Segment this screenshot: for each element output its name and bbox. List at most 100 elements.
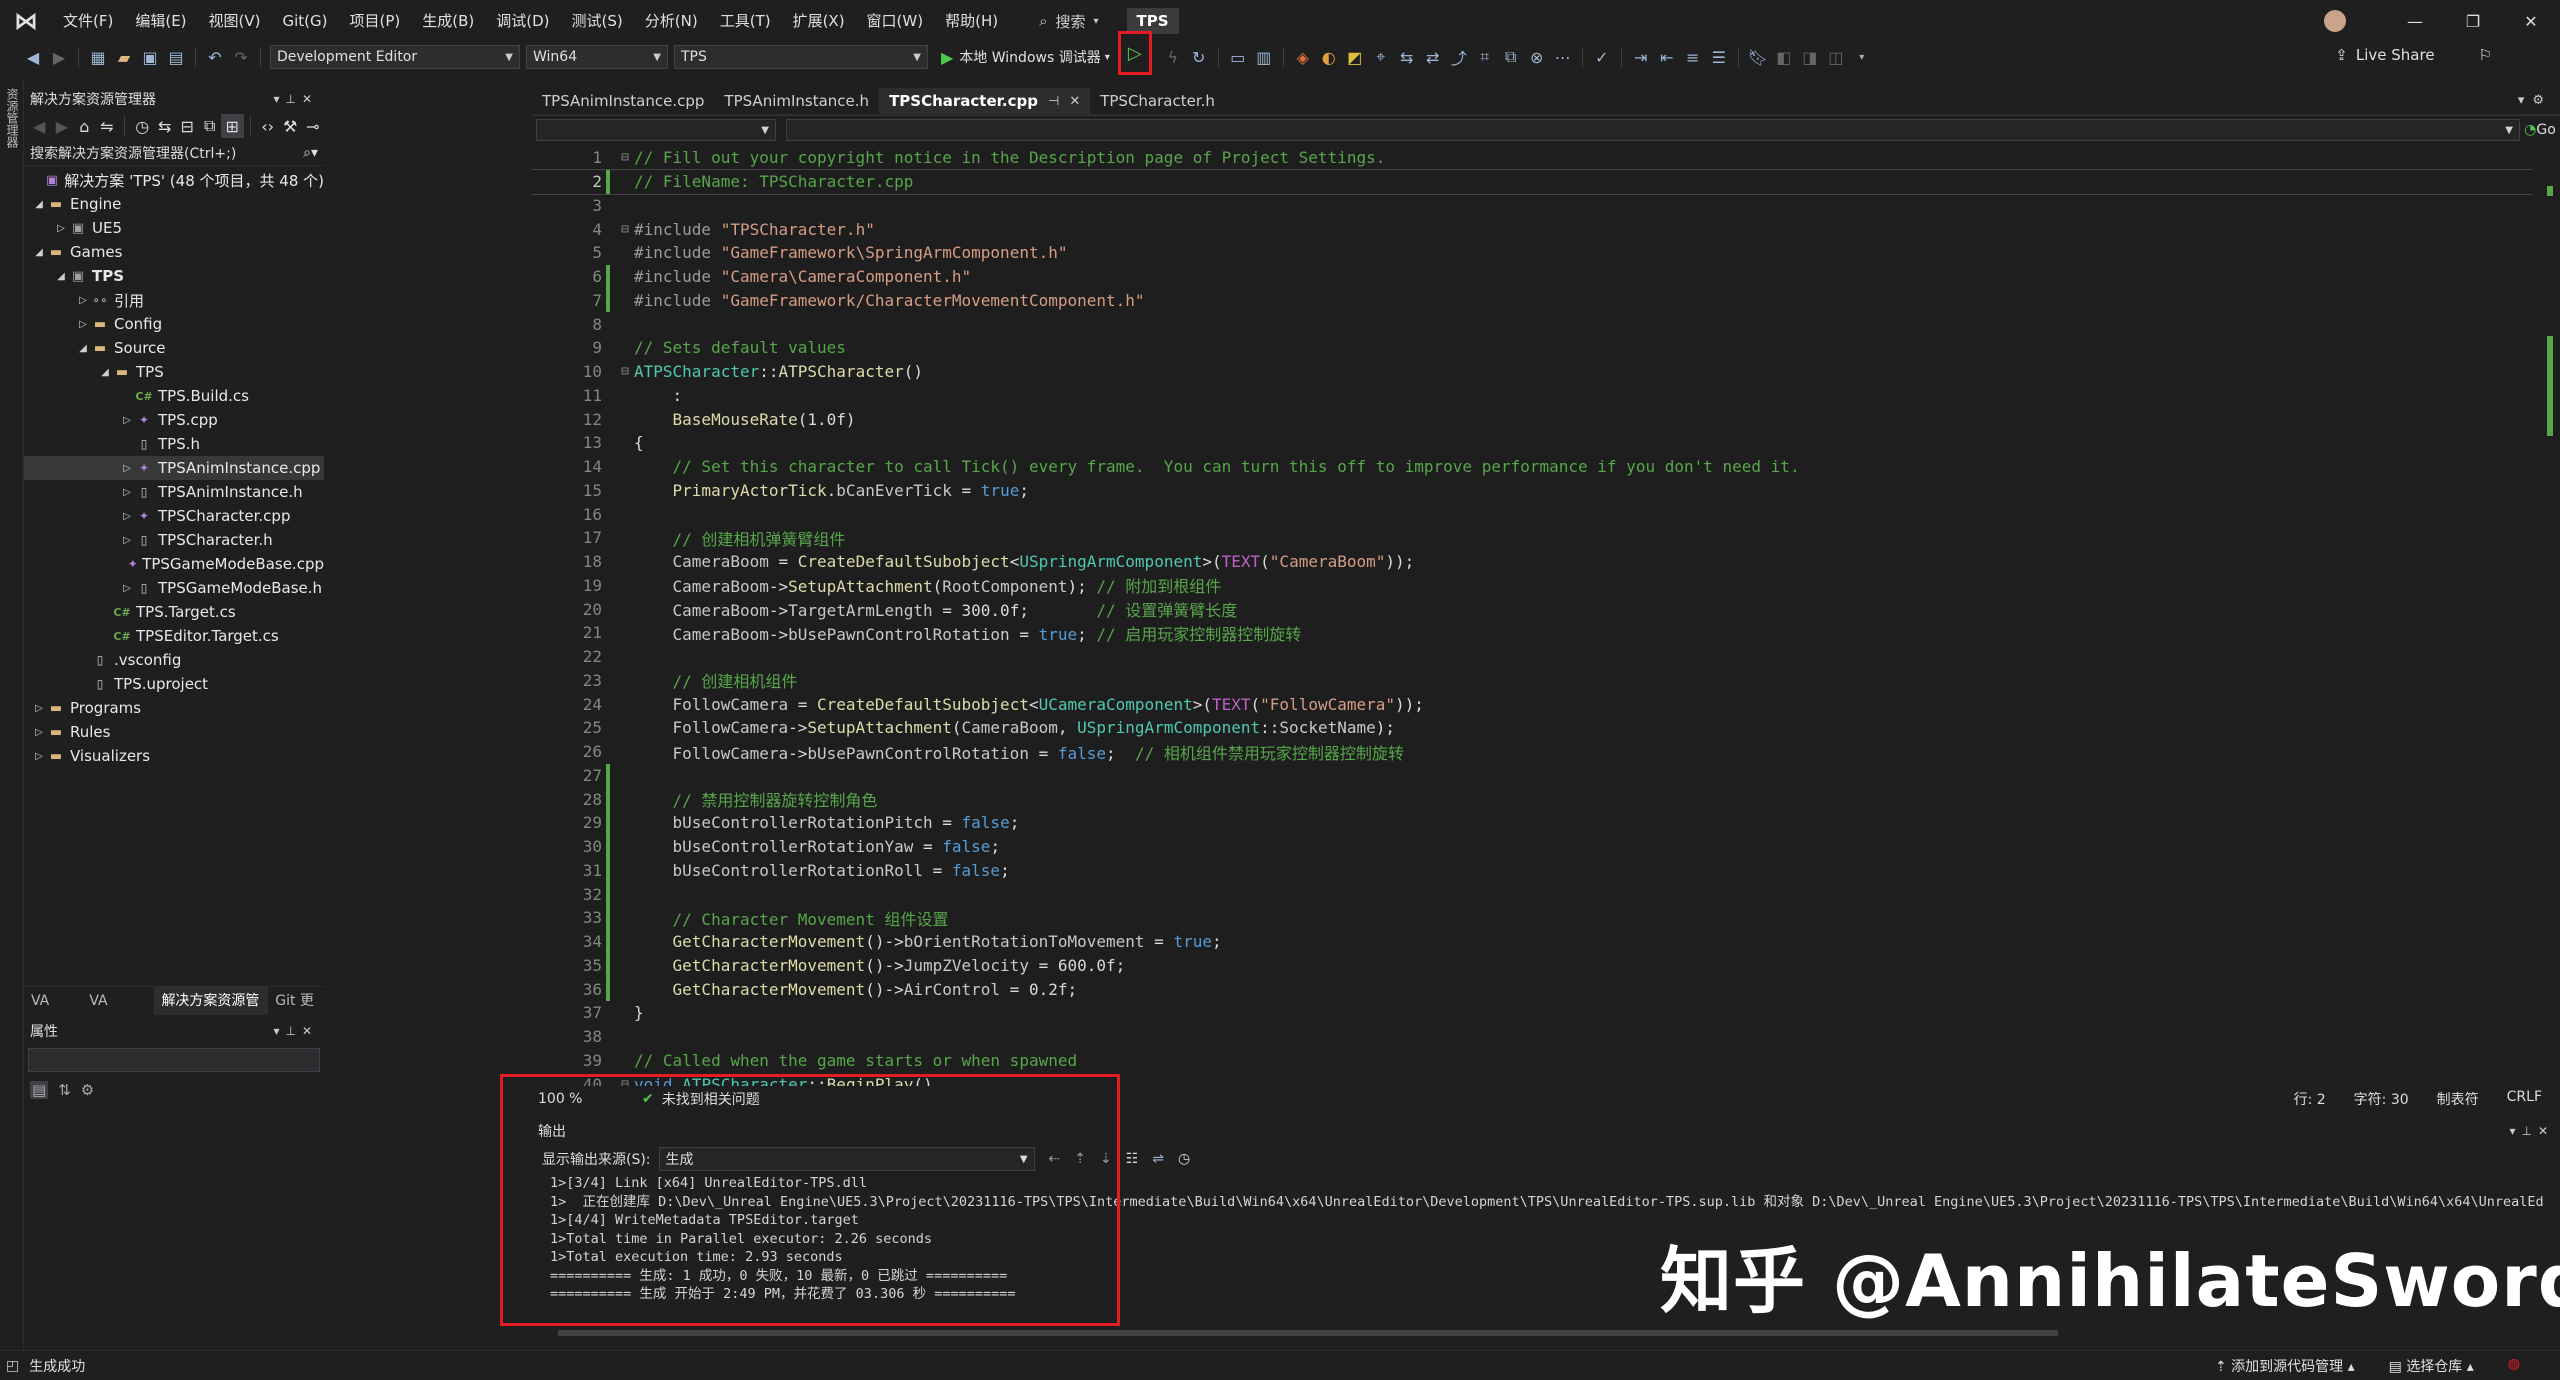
editor-vertical-scrollbar[interactable] <box>2544 146 2560 1086</box>
collapsed-arrow-icon[interactable]: ▷ <box>120 487 134 498</box>
bookmark-toggle-icon[interactable]: 🔖︎ <box>1745 45 1771 69</box>
collapsed-arrow-icon[interactable]: ▷ <box>120 463 134 474</box>
clear-all-icon[interactable]: ☷ <box>1126 1151 1139 1167</box>
expanded-arrow-icon[interactable]: ◢ <box>76 343 90 354</box>
hot-reload-icon[interactable]: ϟ <box>1160 45 1186 69</box>
menu-item[interactable]: 项目(P) <box>339 0 412 42</box>
tree-item[interactable]: ▷ ▬ Config <box>24 312 324 336</box>
go-to-icon[interactable]: ⌖ <box>1368 45 1394 69</box>
more-icon[interactable]: ⋯ <box>1550 45 1576 69</box>
back-icon[interactable]: ◀ <box>28 114 51 138</box>
open-folder-icon[interactable]: ▰ <box>111 45 137 69</box>
feedback-icon[interactable]: ⚐ <box>2479 46 2492 64</box>
code-text-area[interactable]: 1 ⊟// Fill out your copyright notice in t… <box>532 146 2532 1086</box>
menu-item[interactable]: 文件(F) <box>52 0 124 42</box>
new-item-icon[interactable]: ▦ <box>85 45 111 69</box>
tree-item[interactable]: ▷ ▯ TPSGameModeBase.h <box>24 576 324 600</box>
property-pages-icon[interactable]: ⚙ <box>81 1081 94 1099</box>
collapse-region-icon[interactable]: ⊟ <box>618 1077 632 1086</box>
collapsed-arrow-icon[interactable]: ▷ <box>120 535 134 546</box>
toolbar-overflow-icon[interactable]: ▾ <box>1849 45 1875 69</box>
document-tab[interactable]: TPSCharacter.h <box>1090 88 1225 114</box>
tree-item[interactable]: ▯ .vsconfig <box>24 648 324 672</box>
tree-item[interactable]: ◢ ▣ TPS <box>24 264 324 288</box>
tree-item[interactable]: ◢ ▬ Engine <box>24 192 324 216</box>
tree-item[interactable]: ◢ ▬ TPS <box>24 360 324 384</box>
panel-menu-icon[interactable]: ▾ <box>273 92 285 106</box>
tree-item[interactable]: ▷ ✦ TPSCharacter.cpp <box>24 504 324 528</box>
save-icon[interactable]: ▣ <box>137 45 163 69</box>
start-debugging-button[interactable]: ▶ 本地 Windows 调试器 ▾ <box>941 47 1110 67</box>
tree-item[interactable]: ▷ ▣ UE5 <box>24 216 324 240</box>
forward-icon[interactable]: ▶ <box>51 114 74 138</box>
live-share-button[interactable]: ⇪ Live Share ⚐ <box>2335 46 2500 64</box>
format-icon[interactable]: ⌗ <box>1472 45 1498 69</box>
collapsed-arrow-icon[interactable]: ▷ <box>120 511 134 522</box>
close-button[interactable]: ✕ <box>2502 12 2560 31</box>
tree-item[interactable]: ▣ 解决方案 'TPS' (48 个项目，共 48 个) <box>24 168 324 192</box>
solution-search-input[interactable]: 搜索解决方案资源管理器(Ctrl+;) ⌕▾ <box>24 140 324 166</box>
next-message-icon[interactable]: ⇣ <box>1100 1151 1112 1167</box>
menu-item[interactable]: Git(G) <box>272 0 339 42</box>
redo-icon[interactable]: ↷ <box>228 45 254 69</box>
restore-button[interactable]: ❐ <box>2444 12 2502 31</box>
tree-item[interactable]: ▷ ▯ TPSCharacter.h <box>24 528 324 552</box>
menu-item[interactable]: 视图(V) <box>198 0 272 42</box>
menu-item[interactable]: 工具(T) <box>709 0 782 42</box>
panel-menu-icon[interactable]: ▾ <box>2509 1124 2521 1138</box>
tree-item[interactable]: ▷ ▯ TPSAnimInstance.h <box>24 480 324 504</box>
sync-icon[interactable]: ⇆ <box>153 114 176 138</box>
tree-item[interactable]: ▷ ✦ TPSAnimInstance.cpp <box>24 456 324 480</box>
close-icon[interactable]: ✕ <box>302 1024 318 1038</box>
menu-item[interactable]: 测试(S) <box>561 0 634 42</box>
alphabetical-icon[interactable]: ⇅ <box>58 1081 71 1099</box>
tree-item[interactable]: ▯ TPS.h <box>24 432 324 456</box>
code-icon[interactable]: ‹› <box>256 114 279 138</box>
back-icon[interactable]: ◀ <box>20 45 46 69</box>
collapsed-arrow-icon[interactable]: ▷ <box>32 727 46 738</box>
check-icon[interactable]: ✓ <box>1589 45 1615 69</box>
find-message-icon[interactable]: ⇠ <box>1049 1151 1061 1167</box>
close-icon[interactable]: ✕ <box>1069 94 1080 109</box>
timestamp-icon[interactable]: ◷ <box>1178 1151 1190 1167</box>
pin-icon[interactable]: ⊥ <box>285 92 301 106</box>
close-icon[interactable]: ✕ <box>302 92 318 106</box>
forward-icon[interactable]: ▶ <box>46 45 72 69</box>
collapse-region-icon[interactable]: ⊟ <box>618 150 632 165</box>
outdent-icon[interactable]: ⇤ <box>1654 45 1680 69</box>
bookmark-icon[interactable]: ◩ <box>1342 45 1368 69</box>
refresh-icon[interactable]: ↻ <box>1186 45 1212 69</box>
bottom-tab[interactable]: Git 更改 <box>268 987 324 1037</box>
document-tab[interactable]: TPSCharacter.cpp ⊣ ✕ <box>879 88 1091 114</box>
word-wrap-icon[interactable]: ⇌ <box>1152 1151 1164 1167</box>
prev-bookmark-icon[interactable]: ◧ <box>1771 45 1797 69</box>
comment-icon[interactable]: ⧉ <box>1498 45 1524 69</box>
step-icon[interactable]: ⤴ <box>1446 45 1472 69</box>
menu-item[interactable]: 编辑(E) <box>124 0 197 42</box>
output-source-select[interactable]: 生成 ▼ <box>658 1147 1035 1171</box>
browser-link-icon[interactable]: ▭ <box>1225 45 1251 69</box>
tree-item[interactable]: ▷ ∘∘ 引用 <box>24 288 324 312</box>
add-to-source-control-button[interactable]: ⇡ 添加到源代码管理 ▴ <box>2215 1356 2355 1376</box>
eol-indicator[interactable]: CRLF <box>2507 1089 2542 1109</box>
properties-object-select[interactable] <box>28 1048 320 1072</box>
issues-indicator[interactable]: ✔ 未找到相关问题 <box>642 1089 760 1109</box>
configuration-select[interactable]: Development Editor ▼ <box>270 45 520 69</box>
home-icon[interactable]: ⌂ <box>73 114 96 138</box>
zoom-level[interactable]: 100 % <box>532 1091 602 1107</box>
go-button[interactable]: ◔Go <box>2520 122 2560 138</box>
next-bookmark-icon[interactable]: ◨ <box>1797 45 1823 69</box>
line-indicator[interactable]: 行: 2 <box>2294 1089 2326 1109</box>
collapse-region-icon[interactable]: ⊟ <box>618 222 632 237</box>
panel-menu-icon[interactable]: ▾ <box>273 1024 285 1038</box>
collapsed-arrow-icon[interactable]: ▷ <box>76 319 90 330</box>
collapse-region-icon[interactable]: ⊟ <box>618 364 632 379</box>
open-file-icon[interactable]: ⇄ <box>1420 45 1446 69</box>
layout-icon[interactable]: ▥ <box>1251 45 1277 69</box>
categorized-icon[interactable]: ▤ <box>30 1081 49 1099</box>
select-repository-button[interactable]: ▤ 选择仓库 ▴ <box>2389 1356 2474 1376</box>
collapsed-arrow-icon[interactable]: ▷ <box>120 583 134 594</box>
startup-project-select[interactable]: TPS ▼ <box>674 45 928 69</box>
side-tab-explorer[interactable]: 资源管理器 <box>4 88 21 148</box>
close-icon[interactable]: ✕ <box>2538 1124 2554 1138</box>
